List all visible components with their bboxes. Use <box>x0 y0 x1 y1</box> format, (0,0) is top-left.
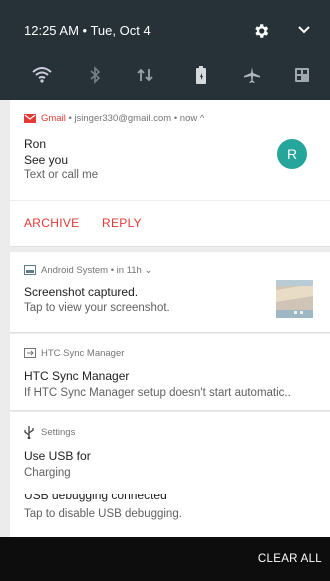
settings-title: Use USB for <box>24 449 91 463</box>
data-icon[interactable] <box>133 64 157 86</box>
gmail-snippet: Text or call me <box>24 169 99 181</box>
android-title: Screenshot captured. <box>24 285 139 299</box>
settings-grid-icon[interactable] <box>290 64 314 86</box>
htc-header: HTC Sync Manager <box>41 348 125 359</box>
bluetooth-icon[interactable] <box>83 64 107 86</box>
htc-title: HTC Sync Manager <box>24 369 130 383</box>
settings-header: Settings <box>41 427 76 438</box>
chevron-down-icon[interactable] <box>296 24 312 36</box>
htc-sync-notification[interactable]: HTC Sync Manager HTC Sync Manager If HTC… <box>10 334 330 411</box>
gear-icon[interactable] <box>252 22 270 40</box>
airplane-icon[interactable] <box>240 64 264 86</box>
bottom-bar: CLEAR ALL <box>0 537 330 581</box>
archive-button[interactable]: ARCHIVE <box>24 216 79 230</box>
wifi-icon[interactable] <box>30 64 54 86</box>
divider <box>10 200 330 201</box>
screenshot-thumbnail[interactable] <box>276 280 313 318</box>
gmail-subject: See you <box>24 153 69 167</box>
battery-saver-icon[interactable] <box>189 64 213 86</box>
gmail-icon <box>24 114 36 123</box>
time-date: 12:25 AM • Tue, Oct 4 <box>24 23 151 38</box>
android-header: Android System • in 11h ⌄ <box>41 265 153 276</box>
gmail-header-rest: • jsinger330@gmail.com • now ^ <box>65 113 205 124</box>
usb-debugging-title: USB debugging connected <box>24 494 167 502</box>
status-bar: 12:25 AM • Tue, Oct 4 <box>0 0 330 52</box>
htc-text: If HTC Sync Manager setup doesn't start … <box>24 387 291 399</box>
avatar: R <box>277 139 307 169</box>
gmail-header: Gmail • jsinger330@gmail.com • now ^ <box>41 113 205 124</box>
usb-icon <box>24 426 34 439</box>
settings-text: Charging <box>24 467 71 479</box>
android-text: Tap to view your screenshot. <box>24 302 170 314</box>
htc-icon <box>24 348 36 358</box>
gmail-sender: Ron <box>24 137 47 151</box>
clear-all-button[interactable]: CLEAR ALL <box>258 553 322 565</box>
image-icon <box>24 265 36 275</box>
usb-debugging-notification[interactable]: USB debugging connected Tap to disable U… <box>10 494 330 538</box>
usb-debugging-text: Tap to disable USB debugging. <box>24 508 182 520</box>
reply-button[interactable]: REPLY <box>102 216 142 230</box>
usb-settings-notification[interactable]: Settings Use USB for Charging <box>10 412 330 495</box>
